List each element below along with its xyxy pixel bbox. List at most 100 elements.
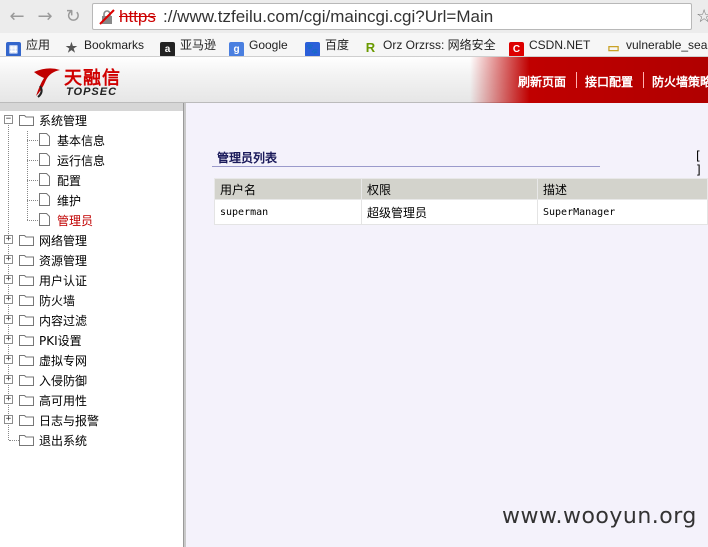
- sidebar-item-label: 配置: [57, 174, 82, 188]
- bookmark-apps[interactable]: ▦ 应用: [6, 36, 50, 56]
- bookmark-baidu[interactable]: 🐾 百度: [305, 36, 349, 56]
- sidebar-item-system-management[interactable]: − 系统管理: [0, 110, 183, 130]
- amazon-icon: a: [160, 42, 175, 56]
- collapse-icon[interactable]: −: [4, 115, 13, 124]
- expand-icon[interactable]: +: [4, 375, 13, 384]
- refresh-page-link[interactable]: 刷新页面: [518, 73, 566, 90]
- sidebar-item-label: 日志与报警: [39, 414, 100, 428]
- topsec-swoosh-icon: [34, 68, 60, 98]
- sidebar-item-basic-info[interactable]: 基本信息: [0, 130, 183, 150]
- expand-icon[interactable]: +: [4, 395, 13, 404]
- folder-icon: [19, 275, 34, 286]
- tree-connector: [27, 200, 38, 201]
- sidebar-item-resource-management[interactable]: + 资源管理: [0, 250, 183, 270]
- sidebar-item-content-filter[interactable]: + 内容过滤: [0, 310, 183, 330]
- bookmark-bookmarks[interactable]: ★ Bookmarks: [64, 36, 144, 55]
- tree-connector: [9, 440, 19, 441]
- column-header-description: 描述: [537, 178, 708, 200]
- sidebar-item-vpn[interactable]: + 虚拟专网: [0, 350, 183, 370]
- address-bar[interactable]: https ://www.tzfeilu.com/cgi/maincgi.cgi…: [92, 3, 692, 30]
- bookmark-star-icon[interactable]: ☆: [696, 6, 708, 27]
- admin-table: 用户名 权限 描述 superman 超级管理员 SuperManager: [214, 178, 708, 225]
- sidebar-item-runtime-info[interactable]: 运行信息: [0, 150, 183, 170]
- folder-icon: [19, 235, 34, 246]
- cell-description: SuperManager: [537, 199, 708, 225]
- sidebar-item-user-auth[interactable]: + 用户认证: [0, 270, 183, 290]
- sidebar-item-logout[interactable]: 退出系统: [0, 430, 183, 450]
- logo-text-en: TOPSEC: [66, 86, 118, 98]
- sidebar-item-intrusion-prevention[interactable]: + 入侵防御: [0, 370, 183, 390]
- expand-icon[interactable]: +: [4, 275, 13, 284]
- topsec-logo: 天融信 TOPSEC: [30, 64, 140, 100]
- firewall-policy-link[interactable]: 防火墙策略: [652, 73, 708, 90]
- folder-open-icon: [19, 115, 34, 126]
- nav-separator: [576, 72, 577, 88]
- sidebar-item-pki-settings[interactable]: + PKI设置: [0, 330, 183, 350]
- forward-arrow-icon[interactable]: →: [34, 6, 56, 28]
- sidebar-item-label: 运行信息: [57, 154, 106, 168]
- document-icon: [39, 213, 50, 226]
- expand-icon[interactable]: +: [4, 295, 13, 304]
- tree-connector: [27, 140, 38, 141]
- insecure-lock-icon: [99, 9, 115, 25]
- apps-icon: ▦: [6, 42, 21, 56]
- expand-icon[interactable]: +: [4, 235, 13, 244]
- sidebar-item-label: 退出系统: [39, 434, 88, 448]
- cell-permission: 超级管理员: [361, 199, 538, 225]
- expand-icon[interactable]: +: [4, 315, 13, 324]
- sidebar-item-high-availability[interactable]: + 高可用性: [0, 390, 183, 410]
- url-scheme: https: [119, 7, 156, 26]
- sidebar-item-label: 基本信息: [57, 134, 106, 148]
- back-arrow-icon[interactable]: ←: [6, 6, 28, 28]
- bookmark-orzrss[interactable]: R Orz Orzrss: 网络安全: [363, 36, 496, 55]
- sidebar-item-maintenance[interactable]: 维护: [0, 190, 183, 210]
- sidebar-item-label: 内容过滤: [39, 314, 88, 328]
- bookmarks-bar: ▦ 应用 ★ Bookmarks a 亚马逊 g Google 🐾 百度 R Orz Orz…: [0, 33, 708, 57]
- folder-icon: [19, 295, 34, 306]
- sidebar-item-logs-alerts[interactable]: + 日志与报警: [0, 410, 183, 430]
- sidebar-item-label: PKI设置: [39, 334, 82, 348]
- watermark: www.wooyun.org: [502, 504, 697, 529]
- tree-connector: [27, 160, 38, 161]
- bookmark-amazon[interactable]: a 亚马逊: [160, 36, 216, 56]
- folder-icon: [19, 255, 34, 266]
- bookmark-vulnerable[interactable]: ▭ vulnerable_sea: [606, 36, 707, 55]
- baidu-icon: 🐾: [305, 42, 320, 56]
- document-icon: [39, 133, 50, 146]
- nav-separator: [643, 72, 644, 88]
- document-icon: [39, 153, 50, 166]
- reload-icon[interactable]: ↻: [62, 6, 84, 28]
- sidebar-item-label-active: 管理员: [57, 214, 94, 228]
- table-row[interactable]: superman 超级管理员 SuperManager: [214, 199, 708, 225]
- sidebar-item-firewall[interactable]: + 防火墙: [0, 290, 183, 310]
- sidebar-item-label: 入侵防御: [39, 374, 88, 388]
- column-header-permission: 权限: [361, 178, 538, 200]
- url-path: ://www.tzfeilu.com/cgi/maincgi.cgi?Url=M…: [163, 7, 494, 26]
- sidebar-item-network-management[interactable]: + 网络管理: [0, 230, 183, 250]
- tree-connector: [27, 180, 38, 181]
- document-icon: [39, 193, 50, 206]
- toolbar-bracket-link[interactable]: [ ]: [696, 149, 708, 177]
- expand-icon[interactable]: +: [4, 415, 13, 424]
- table-header-row: 用户名 权限 描述: [214, 178, 708, 200]
- title-divider: [212, 166, 600, 167]
- folder-icon: [19, 315, 34, 326]
- cell-username[interactable]: superman: [214, 199, 362, 225]
- expand-icon[interactable]: +: [4, 255, 13, 264]
- bookmark-google[interactable]: g Google: [229, 36, 288, 56]
- expand-icon[interactable]: +: [4, 335, 13, 344]
- sidebar-item-config[interactable]: 配置: [0, 170, 183, 190]
- sidebar-item-label: 防火墙: [39, 294, 76, 308]
- interface-config-link[interactable]: 接口配置: [585, 73, 633, 90]
- star-icon: ★: [65, 40, 78, 55]
- bookmark-csdn[interactable]: C CSDN.NET: [509, 36, 590, 56]
- csdn-icon: C: [509, 42, 524, 56]
- sidebar-item-label: 用户认证: [39, 274, 88, 288]
- sidebar-item-label: 网络管理: [39, 234, 88, 248]
- folder-icon: [19, 435, 34, 446]
- folder-icon: ▭: [607, 40, 620, 55]
- sidebar-item-label: 维护: [57, 194, 82, 208]
- sidebar-item-administrator[interactable]: 管理员: [0, 210, 183, 230]
- main-content: [186, 111, 708, 547]
- expand-icon[interactable]: +: [4, 355, 13, 364]
